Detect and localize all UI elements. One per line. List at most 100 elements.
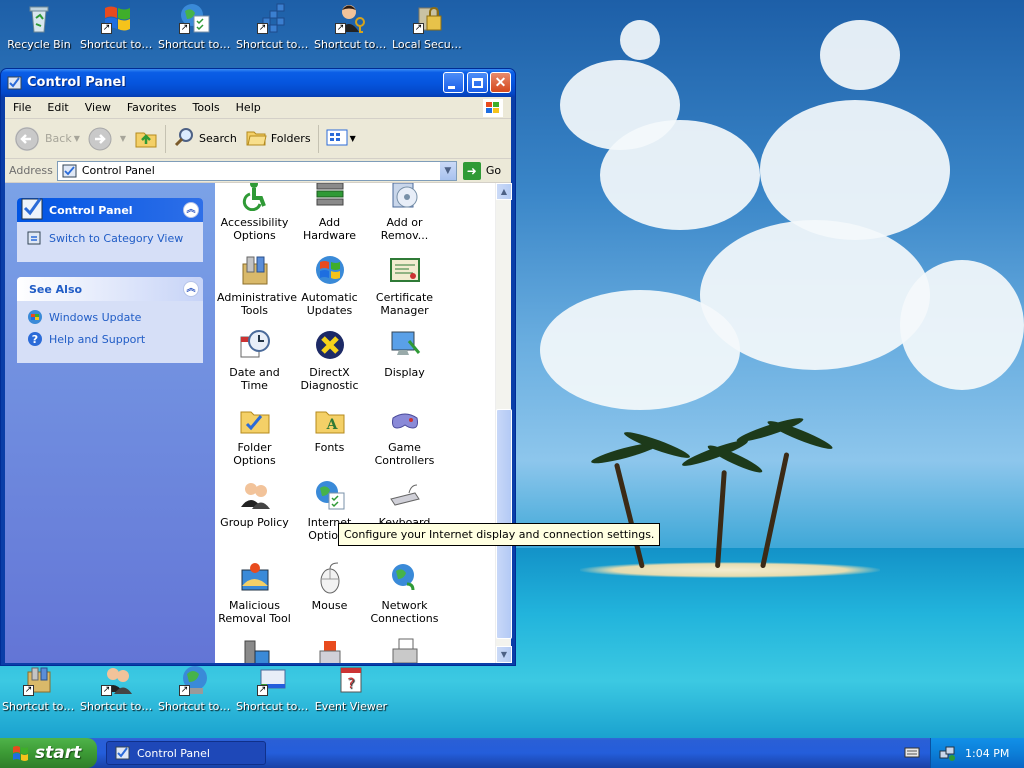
menu-view[interactable]: View bbox=[77, 101, 119, 114]
internet-options-icon bbox=[314, 479, 346, 511]
desktop-icon-event-viewer[interactable]: ? Event Viewer bbox=[312, 664, 390, 713]
scroll-up-icon[interactable]: ▲ bbox=[496, 183, 512, 200]
desktop-icon-regional-settings-shortcut[interactable]: ↗ Shortcut to Regional a... bbox=[156, 664, 234, 713]
item-network-connections[interactable]: Network Connections bbox=[367, 562, 442, 625]
control-panel-task-panel: Control Panel ︽ Switch to Category View bbox=[17, 198, 203, 262]
keyboard-icon[interactable] bbox=[904, 745, 920, 759]
svg-text:?: ? bbox=[32, 333, 38, 346]
malicious-removal-tool-icon bbox=[239, 562, 271, 594]
item-group-policy[interactable]: Group Policy bbox=[217, 479, 292, 529]
desktop-icon-automatic-updates-shortcut[interactable]: ↗ Shortcut to Automat... bbox=[78, 2, 156, 51]
item-automatic-updates[interactable]: Automatic Updates bbox=[292, 254, 367, 317]
item-date-and-time[interactable]: Date and Time bbox=[217, 329, 292, 392]
menu-file[interactable]: File bbox=[5, 101, 39, 114]
folders-icon bbox=[245, 126, 267, 151]
desktop-icon-recycle-bin[interactable]: Recycle Bin bbox=[0, 2, 78, 51]
item-fonts[interactable]: A Fonts bbox=[292, 404, 367, 454]
control-panel-icon bbox=[62, 164, 78, 178]
item-malicious-removal-tool[interactable]: Malicious Removal Tool bbox=[217, 562, 292, 625]
power-options-icon bbox=[314, 637, 346, 663]
address-input[interactable]: Control Panel ▼ bbox=[56, 160, 457, 181]
back-button[interactable]: Back ▼ bbox=[11, 124, 84, 154]
help-and-support-link[interactable]: ? Help and Support bbox=[27, 331, 193, 347]
go-label: Go bbox=[485, 164, 502, 177]
search-icon bbox=[173, 126, 195, 151]
item-keyboard[interactable]: Keyboard bbox=[367, 479, 442, 529]
event-viewer-icon: ? bbox=[335, 664, 367, 696]
add-hardware-icon bbox=[314, 183, 346, 211]
panel-header[interactable]: Control Panel ︽ bbox=[17, 198, 203, 222]
item-add-or-remove-programs[interactable]: Add or Remov... bbox=[367, 183, 442, 242]
cloud bbox=[620, 20, 660, 60]
switch-to-category-view-link[interactable]: Switch to Category View bbox=[27, 230, 193, 246]
chevron-down-icon[interactable]: ▼ bbox=[438, 161, 456, 180]
item-accessibility-options[interactable]: Accessibility Options bbox=[217, 183, 292, 242]
collapse-icon[interactable]: ︽ bbox=[183, 202, 199, 218]
desktop-icon-registry-editor-shortcut[interactable]: ↗ Shortcut to Registry Editor bbox=[234, 2, 312, 51]
item-game-controllers[interactable]: Game Controllers bbox=[367, 404, 442, 467]
panel-header[interactable]: See Also ︽ bbox=[17, 277, 203, 301]
network-tray-icon[interactable] bbox=[939, 745, 955, 761]
up-button[interactable] bbox=[130, 124, 162, 154]
cloud bbox=[540, 290, 740, 410]
directx-icon bbox=[314, 329, 346, 361]
item-mouse[interactable]: Mouse bbox=[292, 562, 367, 612]
windows-flag-icon bbox=[12, 744, 30, 762]
clock[interactable]: 1:04 PM bbox=[965, 747, 1009, 760]
go-arrow-icon: ➜ bbox=[462, 161, 481, 180]
item-label: Date and Time bbox=[229, 366, 280, 392]
back-arrow-icon bbox=[15, 126, 39, 151]
desktop-icon-group-policy-shortcut[interactable]: ↗ Shortcut to Group Policy bbox=[78, 664, 156, 713]
scroll-down-icon[interactable]: ▼ bbox=[496, 646, 512, 663]
shortcut-arrow-icon: ↗ bbox=[179, 23, 190, 34]
desktop-icon-label: Shortcut to Group Policy bbox=[80, 700, 156, 713]
forward-button[interactable]: ▼ bbox=[84, 124, 130, 154]
chevron-down-icon[interactable]: ▼ bbox=[350, 134, 356, 143]
item-display[interactable]: Display bbox=[367, 329, 442, 379]
desktop-icon-local-security-policy[interactable]: ↗ Local Security Policy bbox=[390, 2, 468, 51]
item-certificate-manager[interactable]: Certificate Manager bbox=[367, 254, 442, 317]
taskbar-button-control-panel[interactable]: Control Panel bbox=[106, 741, 266, 765]
panel-body: Switch to Category View bbox=[17, 222, 203, 262]
item-partial[interactable] bbox=[292, 637, 367, 663]
close-button[interactable]: ✕ bbox=[490, 72, 511, 93]
menu-help[interactable]: Help bbox=[228, 101, 269, 114]
control-panel-items: Accessibility Options Add Hardware Add o… bbox=[215, 183, 495, 663]
chevron-down-icon[interactable]: ▼ bbox=[120, 134, 126, 143]
close-icon: ✕ bbox=[494, 74, 507, 90]
vertical-scrollbar[interactable]: ▲ ▼ bbox=[495, 183, 512, 663]
views-icon bbox=[326, 127, 348, 150]
clock-icon bbox=[239, 329, 271, 361]
system-tray: 1:04 PM bbox=[930, 738, 1024, 768]
windows-update-link[interactable]: Windows Update bbox=[27, 309, 193, 325]
item-add-hardware[interactable]: Add Hardware bbox=[292, 183, 367, 242]
user-accounts-icon: ↗ bbox=[335, 2, 367, 34]
accessibility-icon bbox=[239, 183, 271, 212]
cloud bbox=[900, 260, 1024, 390]
views-button[interactable]: ▼ bbox=[322, 124, 360, 154]
menu-favorites[interactable]: Favorites bbox=[119, 101, 185, 114]
title-bar[interactable]: Control Panel ✕ bbox=[1, 69, 515, 97]
item-partial[interactable] bbox=[217, 637, 292, 663]
desktop-icon-administrative-tools-shortcut[interactable]: ↗ Shortcut to Administrati... bbox=[0, 664, 78, 713]
chevron-down-icon[interactable]: ▼ bbox=[74, 134, 80, 143]
item-folder-options[interactable]: Folder Options bbox=[217, 404, 292, 467]
search-button[interactable]: Search bbox=[169, 124, 241, 154]
menu-tools[interactable]: Tools bbox=[185, 101, 228, 114]
menu-edit[interactable]: Edit bbox=[39, 101, 76, 114]
minimize-button[interactable] bbox=[443, 72, 464, 93]
start-label: start bbox=[35, 743, 82, 763]
maximize-button[interactable] bbox=[467, 72, 488, 93]
folders-button[interactable]: Folders bbox=[241, 124, 315, 154]
item-partial[interactable] bbox=[367, 637, 442, 663]
desktop-icon-taskbar-shortcut[interactable]: ↗ Shortcut to Taskbar a... bbox=[234, 664, 312, 713]
item-directx-diagnostic[interactable]: DirectX Diagnostic bbox=[292, 329, 367, 392]
start-button[interactable]: start bbox=[0, 738, 97, 768]
desktop-icon-user-accounts-shortcut[interactable]: ↗ Shortcut to User Accou... bbox=[312, 2, 390, 51]
windows-logo-icon bbox=[483, 99, 503, 117]
item-administrative-tools[interactable]: Administrative Tools bbox=[217, 254, 297, 317]
task-pane: Control Panel ︽ Switch to Category View bbox=[5, 183, 215, 663]
desktop-icon-internet-shortcut[interactable]: ↗ Shortcut to Internet... bbox=[156, 2, 234, 51]
go-button[interactable]: ➜ Go bbox=[462, 161, 502, 180]
collapse-icon[interactable]: ︽ bbox=[183, 281, 199, 297]
